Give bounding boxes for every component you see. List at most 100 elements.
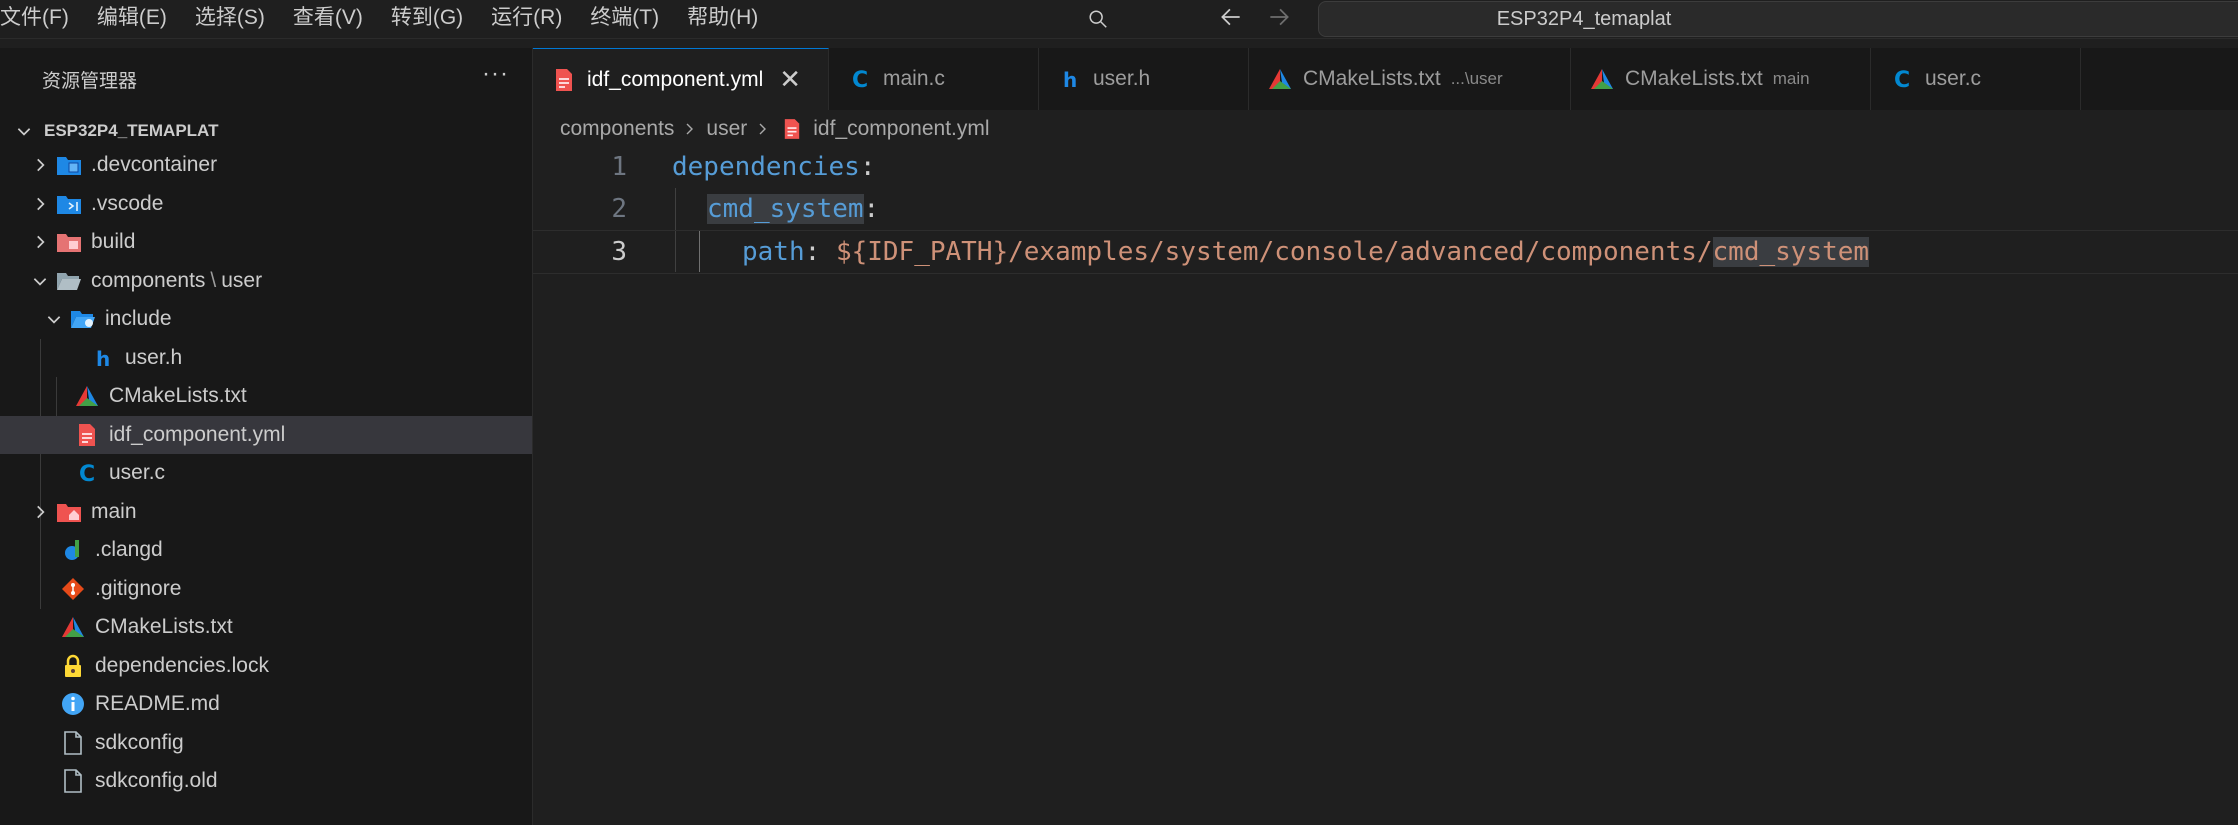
tab-label: user.h (1093, 67, 1151, 90)
tab-user-h[interactable]: h user.h (1039, 48, 1249, 110)
tree-item-vscode[interactable]: .vscode (0, 185, 532, 224)
c-file-icon: C (74, 460, 100, 486)
yaml-colon: : (859, 152, 876, 182)
tree-item-label: CMakeLists.txt (95, 615, 233, 639)
title-bar: 文件(F) 编辑(E) 选择(S) 查看(V) 转到(G) 运行(R) 终端(T… (0, 0, 2238, 39)
tab-label: CMakeLists.txt (1625, 67, 1763, 90)
menu-view[interactable]: 查看(V) (279, 0, 377, 38)
h-file-icon: h (1057, 66, 1083, 92)
tree-item-label: build (91, 230, 136, 254)
vscode-folder-icon (56, 191, 82, 217)
more-actions-icon[interactable]: ··· (482, 60, 509, 88)
tree-item-user-c[interactable]: C user.c (0, 454, 532, 493)
tree-item-label: README.md (95, 692, 220, 716)
menu-help[interactable]: 帮助(H) (673, 0, 772, 38)
tree-item-cmakelists-root[interactable]: CMakeLists.txt (0, 608, 532, 647)
yaml-file-icon (551, 67, 577, 93)
chevron-down-icon (30, 271, 50, 291)
include-folder-icon (70, 306, 96, 332)
breadcrumb: components user idf_component.yml (560, 112, 990, 146)
menu-file[interactable]: 文件(F) (0, 0, 83, 38)
tree-item-label: include (105, 307, 172, 331)
menu-run[interactable]: 运行(R) (477, 0, 576, 38)
tree-item-label: user (221, 268, 263, 292)
code-editor[interactable]: 1 dependencies: 2 cmd_system: 3 path: ${… (533, 146, 2238, 825)
folder-open-icon (56, 268, 82, 294)
tree-item-sdkconfig[interactable]: sdkconfig (0, 724, 532, 763)
yaml-key: path (742, 237, 805, 267)
editor-tab-bar: idf_component.yml ✕ C main.c h user.h CM… (533, 48, 2238, 110)
tree-item-label: .devcontainer (91, 153, 218, 177)
tab-label: CMakeLists.txt (1303, 67, 1441, 90)
cmake-icon (1267, 66, 1293, 92)
command-center-text: ESP32P4_temaplat (1496, 7, 1672, 30)
tree-item-sdkconfig-old[interactable]: sdkconfig.old (0, 762, 532, 801)
tree-item-dependencies-lock[interactable]: dependencies.lock (0, 647, 532, 686)
tab-label: main.c (883, 67, 945, 90)
tree-item-user-h[interactable]: h user.h (0, 339, 532, 378)
workspace-root[interactable]: ESP32P4_TEMAPLAT (0, 114, 532, 148)
svg-text:C: C (1894, 68, 1910, 91)
tree-item-devcontainer[interactable]: .devcontainer (0, 146, 532, 185)
yaml-key: dependencies (672, 152, 860, 182)
tree-item-include[interactable]: include (0, 300, 532, 339)
yaml-key-highlighted: cmd_system (707, 194, 864, 224)
cmake-icon (1589, 66, 1615, 92)
line-number: 2 (611, 194, 627, 224)
workspace-root-label: ESP32P4_TEMAPLAT (44, 121, 219, 140)
back-arrow-icon[interactable] (1218, 4, 1244, 35)
h-file-icon: h (90, 345, 116, 371)
tree-item-idf-component-yml[interactable]: idf_component.yml (0, 415, 532, 454)
tree-item-main[interactable]: main (0, 493, 532, 532)
close-icon[interactable]: ✕ (779, 64, 801, 95)
clangd-icon (60, 537, 86, 563)
menu-bar: 文件(F) 编辑(E) 选择(S) 查看(V) 转到(G) 运行(R) 终端(T… (0, 0, 772, 38)
tree-item-cmakelists[interactable]: CMakeLists.txt (0, 377, 532, 416)
tab-cmakelists-main[interactable]: CMakeLists.txt main (1571, 48, 1871, 110)
sidebar-header: 资源管理器 ··· (0, 48, 532, 92)
tree-item-gitignore[interactable]: .gitignore (0, 570, 532, 609)
breadcrumb-item[interactable]: user (706, 117, 747, 141)
lock-icon (60, 653, 86, 679)
file-icon (60, 768, 86, 794)
menu-edit[interactable]: 编辑(E) (83, 0, 181, 38)
line-number: 3 (611, 237, 627, 267)
breadcrumb-item[interactable]: idf_component.yml (813, 117, 989, 141)
cmake-icon (60, 614, 86, 640)
chevron-right-icon (30, 502, 50, 522)
git-icon (60, 576, 86, 602)
menu-terminal[interactable]: 终端(T) (576, 0, 673, 38)
tab-user-c[interactable]: C user.c (1871, 48, 2081, 110)
code-line: 1 dependencies: (533, 146, 2238, 188)
menu-selection[interactable]: 选择(S) (181, 0, 279, 38)
breadcrumb-item[interactable]: components (560, 117, 674, 141)
svg-text:h: h (96, 347, 110, 369)
yaml-string: ${IDF_PATH}/examples/system/console/adva… (835, 237, 1713, 267)
tab-idf-component-yml[interactable]: idf_component.yml ✕ (533, 48, 829, 110)
c-file-icon: C (1889, 66, 1915, 92)
tree-item-label: user.h (125, 345, 183, 369)
tab-main-c[interactable]: C main.c (829, 48, 1039, 110)
tree-item-clangd[interactable]: .clangd (0, 531, 532, 570)
main-folder-icon (56, 499, 82, 525)
command-center-search[interactable]: ESP32P4_temaplat (1089, 1, 2238, 37)
explorer-sidebar: 资源管理器 ··· ESP32P4_TEMAPLAT .devcontainer (0, 48, 533, 825)
svg-text:h: h (1063, 68, 1077, 90)
svg-text:C: C (79, 462, 95, 485)
menu-go[interactable]: 转到(G) (377, 0, 477, 38)
tree-item-label: .vscode (91, 191, 164, 215)
tab-cmakelists-user[interactable]: CMakeLists.txt ...\user (1249, 48, 1571, 110)
forward-arrow-icon[interactable] (1266, 4, 1292, 35)
tree-item-components-user[interactable]: components \ user (0, 262, 532, 301)
chevron-right-icon (682, 120, 698, 138)
info-icon (60, 691, 86, 717)
tree-item-build[interactable]: build (0, 223, 532, 262)
tree-item-label: user.c (109, 461, 166, 485)
yaml-colon: : (804, 237, 836, 267)
tree-item-readme[interactable]: README.md (0, 685, 532, 724)
tree-item-label: idf_component.yml (109, 422, 286, 446)
tree-item-label: dependencies.lock (95, 653, 269, 677)
tree-item-label: sdkconfig (95, 730, 184, 754)
tree-item-label: .clangd (95, 538, 163, 562)
yaml-string-highlighted: cmd_system (1712, 237, 1870, 267)
